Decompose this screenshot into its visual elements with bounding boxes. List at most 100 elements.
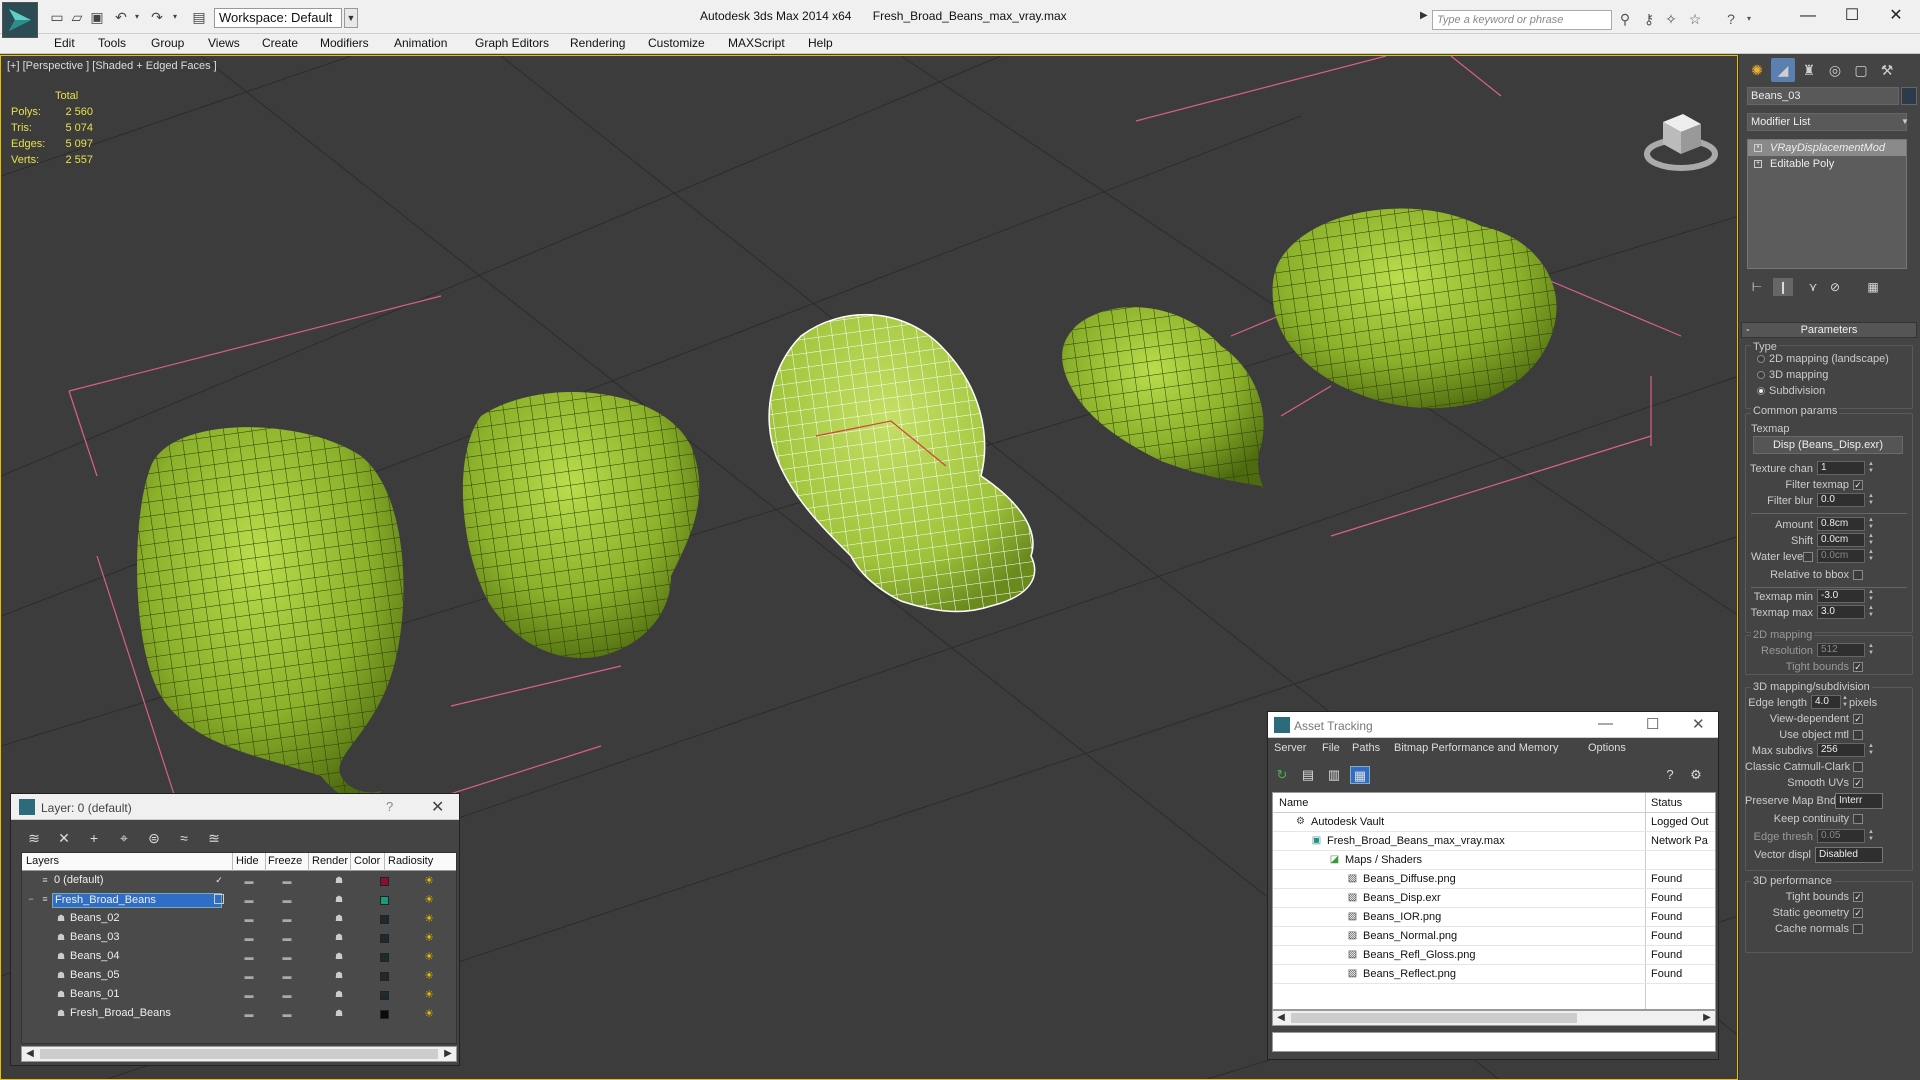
- workspace-dropdown-arrow-icon[interactable]: ▼: [344, 8, 358, 28]
- texmap-button[interactable]: Disp (Beans_Disp.exr): [1753, 436, 1903, 454]
- freeze-toggle[interactable]: ▬: [280, 952, 294, 962]
- menu-animation[interactable]: Animation: [394, 36, 447, 50]
- asset-row[interactable]: ▣ Fresh_Broad_Beans_max_vray.max Network…: [1273, 832, 1715, 851]
- make-unique-icon[interactable]: ⋎: [1803, 278, 1823, 296]
- spinner-arrows-icon[interactable]: ▲ ▼: [1841, 695, 1849, 709]
- layer-horizontal-scrollbar[interactable]: ◀ ▶: [21, 1046, 457, 1062]
- asset-row[interactable]: ▧ Beans_Disp.exr Found: [1273, 889, 1715, 908]
- bean-object-3-selected[interactable]: [768, 313, 1036, 613]
- spinner-arrows-icon[interactable]: ▲ ▼: [1867, 549, 1875, 563]
- radiosity-sun-icon[interactable]: ☀: [422, 931, 436, 945]
- scroll-right-icon[interactable]: ▶: [1699, 1011, 1715, 1025]
- motion-tab-icon[interactable]: ◎: [1823, 58, 1847, 82]
- menu-edit[interactable]: Edit: [54, 36, 75, 50]
- asset-horizontal-scrollbar[interactable]: ◀ ▶: [1272, 1010, 1716, 1026]
- menu-maxscript[interactable]: MAXScript: [728, 36, 785, 50]
- asset-row[interactable]: ▧ Beans_Diffuse.png Found: [1273, 870, 1715, 889]
- layer-name[interactable]: Beans_05: [68, 969, 122, 984]
- edge-thresh-input[interactable]: 0.05: [1817, 829, 1865, 843]
- viewport-label[interactable]: [+] [Perspective ] [Shaded + Edged Faces…: [7, 60, 217, 72]
- infocenter-expand-icon[interactable]: ▶: [1420, 10, 1428, 21]
- configure-modifier-sets-icon[interactable]: ▦: [1863, 278, 1883, 296]
- menu-tools[interactable]: Tools: [98, 36, 126, 50]
- freeze-toggle[interactable]: ▬: [280, 933, 294, 943]
- column-hide[interactable]: Hide: [236, 855, 259, 867]
- menu-bitmap-performance[interactable]: Bitmap Performance and Memory: [1394, 742, 1558, 754]
- column-freeze[interactable]: Freeze: [268, 855, 302, 867]
- minimize-button[interactable]: —: [1598, 715, 1613, 732]
- menu-views[interactable]: Views: [208, 36, 240, 50]
- project-folder-icon[interactable]: ▤: [190, 8, 208, 26]
- close-icon[interactable]: ✕: [1692, 715, 1705, 733]
- layer-color-swatch[interactable]: [380, 953, 389, 962]
- render-teapot-icon[interactable]: ☗: [334, 875, 344, 885]
- radio-subdivision[interactable]: [1757, 387, 1765, 395]
- utilities-tab-icon[interactable]: ⚒: [1875, 58, 1899, 82]
- layer-window-titlebar[interactable]: Layer: 0 (default) ? ✕: [11, 794, 459, 820]
- texture-chan-input[interactable]: 1: [1817, 461, 1865, 475]
- water-level-input[interactable]: 0.0cm: [1817, 549, 1865, 563]
- resolution-input[interactable]: 512: [1817, 643, 1865, 657]
- filter-blur-input[interactable]: 0.0: [1817, 493, 1865, 507]
- parameters-rollout-header[interactable]: - Parameters: [1741, 322, 1917, 338]
- preserve-map-bnd-dropdown[interactable]: Interr: [1835, 793, 1883, 809]
- collapse-minus-icon[interactable]: −: [26, 894, 36, 904]
- maximize-button[interactable]: ☐: [1832, 4, 1872, 28]
- modifier-list-dropdown[interactable]: Modifier List ▼: [1747, 113, 1909, 131]
- scroll-left-icon[interactable]: ◀: [22, 1047, 38, 1061]
- object-name-field[interactable]: Beans_03: [1747, 87, 1899, 105]
- freeze-unfreeze-all-icon[interactable]: ≊: [203, 828, 225, 848]
- stack-item-vray-displacement[interactable]: • VRayDisplacementMod: [1748, 140, 1906, 156]
- vector-displ-dropdown[interactable]: Disabled: [1815, 847, 1883, 863]
- spinner-arrows-icon[interactable]: ▲ ▼: [1867, 493, 1875, 507]
- radio-2d-mapping[interactable]: [1757, 355, 1765, 363]
- redo-dropdown-icon[interactable]: ▾: [166, 8, 184, 26]
- render-teapot-icon[interactable]: ☗: [334, 1008, 344, 1018]
- hide-toggle[interactable]: ▬: [242, 1009, 256, 1019]
- freeze-toggle[interactable]: ▬: [280, 971, 294, 981]
- viewcube-icon[interactable]: [1641, 86, 1721, 176]
- close-icon[interactable]: ✕: [431, 797, 444, 817]
- column-name[interactable]: Name: [1279, 797, 1308, 809]
- thumbnail-view-icon[interactable]: ▥: [1324, 766, 1344, 784]
- column-layers[interactable]: Layers: [26, 855, 59, 867]
- lightbulb-icon[interactable]: •: [1754, 144, 1762, 152]
- subscription-icon[interactable]: ⚷: [1640, 10, 1658, 28]
- texmap-min-input[interactable]: -3.0: [1817, 589, 1865, 603]
- layer-name[interactable]: Fresh_Broad_Beans: [52, 893, 222, 908]
- layer-name[interactable]: Beans_01: [68, 988, 122, 1003]
- freeze-toggle[interactable]: ▬: [280, 1009, 294, 1019]
- edge-length-input[interactable]: 4.0: [1811, 695, 1841, 709]
- static-geometry-checkbox[interactable]: ✓: [1853, 908, 1863, 918]
- menu-file[interactable]: File: [1322, 742, 1340, 754]
- texmap-max-input[interactable]: 3.0: [1817, 605, 1865, 619]
- column-status[interactable]: Status: [1651, 797, 1682, 809]
- scroll-right-icon[interactable]: ▶: [440, 1047, 456, 1061]
- search-input[interactable]: Type a keyword or phrase: [1432, 10, 1612, 30]
- add-to-layer-icon[interactable]: +: [83, 828, 105, 848]
- radiosity-sun-icon[interactable]: ☀: [422, 988, 436, 1002]
- layer-color-swatch[interactable]: [380, 915, 389, 924]
- spinner-arrows-icon[interactable]: ▲ ▼: [1867, 643, 1875, 657]
- column-radiosity[interactable]: Radiosity: [388, 855, 433, 867]
- menu-rendering[interactable]: Rendering: [570, 36, 625, 50]
- hide-toggle[interactable]: ▬: [242, 876, 256, 886]
- layer-color-swatch[interactable]: [380, 934, 389, 943]
- binoculars-icon[interactable]: ⚲: [1616, 10, 1634, 28]
- remove-modifier-icon[interactable]: ⊘: [1825, 278, 1845, 296]
- spinner-arrows-icon[interactable]: ▲ ▼: [1867, 533, 1875, 547]
- layer-row[interactable]: ☗ Fresh_Broad_Beans ▬ ▬ ☗ ☀: [22, 1005, 456, 1024]
- hide-unhide-all-icon[interactable]: ≈: [173, 828, 195, 848]
- menu-server[interactable]: Server: [1274, 742, 1306, 754]
- help-icon[interactable]: ?: [1660, 766, 1680, 784]
- menu-options[interactable]: Options: [1588, 742, 1626, 754]
- table-view-icon[interactable]: ▦: [1350, 766, 1370, 784]
- help-options-icon[interactable]: ⚙: [1686, 766, 1706, 784]
- close-button[interactable]: ✕: [1876, 4, 1916, 28]
- help-dropdown-icon[interactable]: ▾: [1740, 10, 1758, 28]
- workspace-dropdown[interactable]: Workspace: Default: [214, 8, 342, 28]
- create-tab-icon[interactable]: ✺: [1745, 58, 1769, 82]
- bean-object-1[interactable]: [137, 427, 404, 804]
- asset-path-field[interactable]: [1272, 1032, 1716, 1052]
- hierarchy-tab-icon[interactable]: ♜: [1797, 58, 1821, 82]
